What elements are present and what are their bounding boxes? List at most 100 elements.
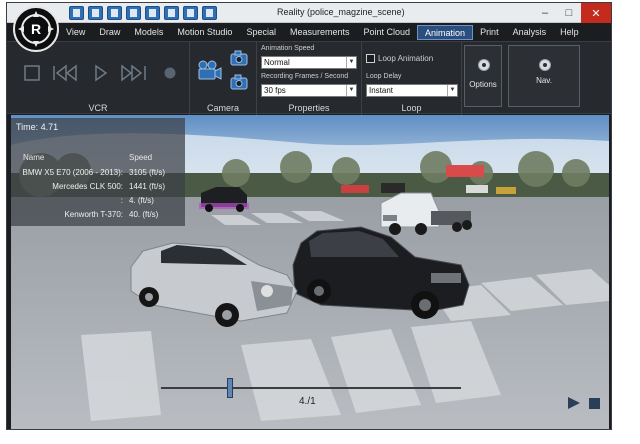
time-readout: Time: 4.71 <box>16 122 59 132</box>
overlay-row: BMW X5 E70 (2006 - 2013): 3105 (ft/s) <box>11 168 185 182</box>
copy-icon <box>149 9 156 17</box>
animation-speed-value: Normal <box>264 58 290 67</box>
properties-group: Animation Speed Normal ▼ Recording Frame… <box>257 42 362 115</box>
image-icon <box>187 9 194 17</box>
camera-view-button[interactable] <box>228 72 250 92</box>
timeline-slider-thumb[interactable] <box>227 378 233 398</box>
menu-analysis[interactable]: Analysis <box>506 25 554 40</box>
maximize-button[interactable]: □ <box>557 3 581 23</box>
fast-forward-button[interactable] <box>119 62 149 84</box>
record-button[interactable] <box>159 62 181 84</box>
chevron-down-icon: ▼ <box>447 85 457 96</box>
movie-camera-icon <box>198 60 222 80</box>
gear-icon <box>478 59 490 71</box>
stop-button[interactable] <box>21 62 43 84</box>
nav-label: Nav. <box>536 76 552 85</box>
options-button[interactable]: Options <box>464 45 502 107</box>
svg-text:R: R <box>31 21 41 37</box>
camera-icon <box>230 50 248 66</box>
vcr-group: VCR <box>7 42 190 115</box>
save-button[interactable] <box>107 6 122 20</box>
copy-button[interactable] <box>145 6 160 20</box>
record-icon <box>164 67 176 79</box>
link-icon <box>206 9 213 17</box>
nav-button[interactable]: Nav. <box>508 45 580 107</box>
viewport-stop-button[interactable] <box>589 398 600 409</box>
vehicle-name: BMW X5 E70 (2006 - 2013): <box>22 168 124 177</box>
play-icon <box>95 64 108 82</box>
save-as-button[interactable] <box>126 6 141 20</box>
close-button[interactable]: ✕ <box>581 3 611 23</box>
vcr-group-label: VCR <box>88 103 108 113</box>
recording-frames-select[interactable]: 30 fps ▼ <box>261 84 357 97</box>
animation-speed-label: Animation Speed <box>261 45 315 52</box>
menu-view[interactable]: View <box>59 25 92 40</box>
save-icon <box>111 9 118 17</box>
new-file-icon <box>73 9 80 17</box>
open-folder-icon <box>92 9 99 17</box>
reality-logo-icon: R <box>18 11 54 47</box>
overlay-row: Mercedes CLK 500: 1441 (ft/s) <box>11 182 185 196</box>
vehicle-name: Kenworth T-370: <box>64 210 123 219</box>
app-logo-button[interactable]: R <box>13 6 59 52</box>
snapshot-button[interactable] <box>228 48 250 68</box>
new-file-button[interactable] <box>69 6 84 20</box>
minimize-button[interactable]: – <box>533 3 557 23</box>
play-icon <box>568 397 580 409</box>
menu-models[interactable]: Models <box>127 25 170 40</box>
name-column-header: Name <box>23 153 45 162</box>
link-button[interactable] <box>202 6 217 20</box>
options-label: Options <box>469 80 497 89</box>
menu-special[interactable]: Special <box>239 25 283 40</box>
menu-point-cloud[interactable]: Point Cloud <box>357 25 418 40</box>
stop-square-icon <box>24 65 40 81</box>
menu-animation[interactable]: Animation <box>417 24 474 40</box>
timeline-track[interactable] <box>161 387 461 389</box>
menu-draw[interactable]: Draw <box>92 25 127 40</box>
menu-help[interactable]: Help <box>553 25 586 40</box>
ribbon: VCR Camera Animation Speed Normal ▼ Reco… <box>7 41 611 115</box>
speed-overlay-panel: Time: 4.71 Name Speed BMW X5 E70 (2006 -… <box>11 118 185 226</box>
loop-delay-label: Loop Delay <box>366 73 402 80</box>
window-controls: – □ ✕ <box>533 3 611 23</box>
scene-viewport[interactable]: Time: 4.71 Name Speed BMW X5 E70 (2006 -… <box>11 115 609 429</box>
loop-delay-select[interactable]: Instant ▼ <box>366 84 458 97</box>
title-bar: Reality (police_magzine_scene) – □ ✕ <box>7 3 611 23</box>
menu-motion-studio[interactable]: Motion Studio <box>170 25 239 40</box>
paste-icon <box>168 9 175 17</box>
record-video-button[interactable] <box>196 56 222 84</box>
vehicle-speed: 3105 (ft/s) <box>129 168 166 177</box>
animation-speed-select[interactable]: Normal ▼ <box>261 56 357 69</box>
fast-forward-icon <box>121 64 146 82</box>
overlay-row: Kenworth T-370: 40. (ft/s) <box>11 210 185 224</box>
chevron-down-icon: ▼ <box>346 57 356 68</box>
camera-group-label: Camera <box>206 103 239 113</box>
camera-group: Camera <box>190 42 257 115</box>
vehicle-name: : <box>120 196 123 205</box>
rewind-button[interactable] <box>51 62 79 84</box>
play-button[interactable] <box>91 62 111 84</box>
viewport-play-button[interactable] <box>567 396 581 415</box>
frame-counter: 4./1 <box>299 396 316 407</box>
overlay-row: : 4. (ft/s) <box>11 196 185 210</box>
menu-print[interactable]: Print <box>473 25 506 40</box>
loop-animation-checkbox[interactable] <box>366 54 375 63</box>
image-button[interactable] <box>183 6 198 20</box>
recording-frames-label: Recording Frames / Second <box>261 73 349 80</box>
menu-bar: View Draw Models Motion Studio Special Measur… <box>59 24 586 40</box>
menu-measurements[interactable]: Measurements <box>283 25 357 40</box>
chevron-down-icon: ▼ <box>346 85 356 96</box>
quick-access-toolbar <box>69 6 217 20</box>
vehicle-speed: 4. (ft/s) <box>129 196 154 205</box>
vehicle-speed: 40. (ft/s) <box>129 210 159 219</box>
speed-column-header: Speed <box>129 153 153 162</box>
open-folder-button[interactable] <box>88 6 103 20</box>
loop-delay-value: Instant <box>369 86 394 95</box>
loop-animation-label: Loop Animation <box>378 54 434 63</box>
properties-group-label: Properties <box>288 103 330 113</box>
loop-group-label: Loop <box>401 103 422 113</box>
paste-button[interactable] <box>164 6 179 20</box>
loop-group: Loop Animation Loop Delay Instant ▼ Loop <box>362 42 462 115</box>
vehicle-speed: 1441 (ft/s) <box>129 182 166 191</box>
rewind-icon <box>53 64 77 82</box>
